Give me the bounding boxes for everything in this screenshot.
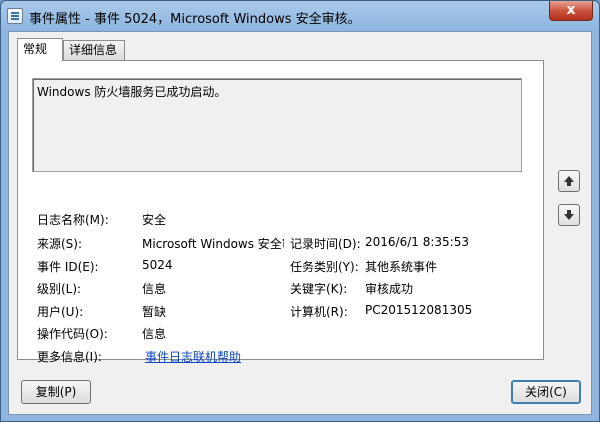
opcode-label: 操作代码(O): — [37, 327, 108, 341]
computer-value: PC201512081305 — [365, 303, 473, 317]
window-close-button[interactable]: x — [549, 1, 593, 21]
window-title: 事件属性 - 事件 5024，Microsoft Windows 安全审核。 — [29, 12, 361, 27]
keywords-label: 关键字(K): — [290, 282, 348, 296]
source-value: Microsoft Windows 安全审 — [142, 237, 284, 251]
event-description-text: Windows 防火墙服务已成功启动。 — [37, 85, 227, 99]
title-bar[interactable]: 事件属性 - 事件 5024，Microsoft Windows 安全审核。 x — [1, 1, 599, 31]
event-description-box[interactable]: Windows 防火墙服务已成功启动。 — [32, 78, 522, 172]
event-id-value: 5024 — [142, 258, 173, 272]
event-id-label: 事件 ID(E): — [37, 260, 99, 274]
dialog-client-area: 常规 详细信息 Windows 防火墙服务已成功启动。 日志名称(M): 安全 … — [8, 31, 592, 415]
online-help-link[interactable]: 事件日志联机帮助 — [145, 348, 241, 365]
task-category-label: 任务类别(Y): — [290, 260, 359, 274]
previous-event-button[interactable] — [558, 170, 580, 192]
source-label: 来源(S): — [37, 237, 83, 251]
close-button[interactable]: 关闭(C) — [511, 380, 581, 404]
keywords-value: 审核成功 — [365, 282, 414, 296]
level-label: 级别(L): — [37, 282, 82, 296]
log-name-value: 安全 — [142, 213, 167, 227]
arrow-up-icon — [564, 176, 574, 186]
computer-label: 计算机(R): — [290, 305, 348, 319]
user-value: 暂缺 — [142, 305, 167, 319]
user-label: 用户(U): — [37, 305, 84, 319]
task-category-value: 其他系统事件 — [365, 260, 438, 274]
event-properties-window: 事件属性 - 事件 5024，Microsoft Windows 安全审核。 x… — [0, 0, 600, 422]
logged-value: 2016/6/1 8:35:53 — [365, 235, 469, 249]
event-viewer-icon — [7, 8, 23, 24]
tab-details[interactable]: 详细信息 — [63, 40, 125, 60]
arrow-down-icon — [564, 210, 574, 220]
next-event-button[interactable] — [558, 204, 580, 226]
level-value: 信息 — [142, 282, 167, 296]
tab-general[interactable]: 常规 — [17, 38, 63, 61]
more-info-label: 更多信息(I): — [37, 350, 102, 364]
opcode-value: 信息 — [142, 327, 167, 341]
logged-label: 记录时间(D): — [290, 237, 361, 251]
copy-button[interactable]: 复制(P) — [21, 380, 91, 404]
log-name-label: 日志名称(M): — [37, 213, 109, 227]
general-tab-panel: Windows 防火墙服务已成功启动。 日志名称(M): 安全 来源(S): M… — [17, 60, 544, 364]
